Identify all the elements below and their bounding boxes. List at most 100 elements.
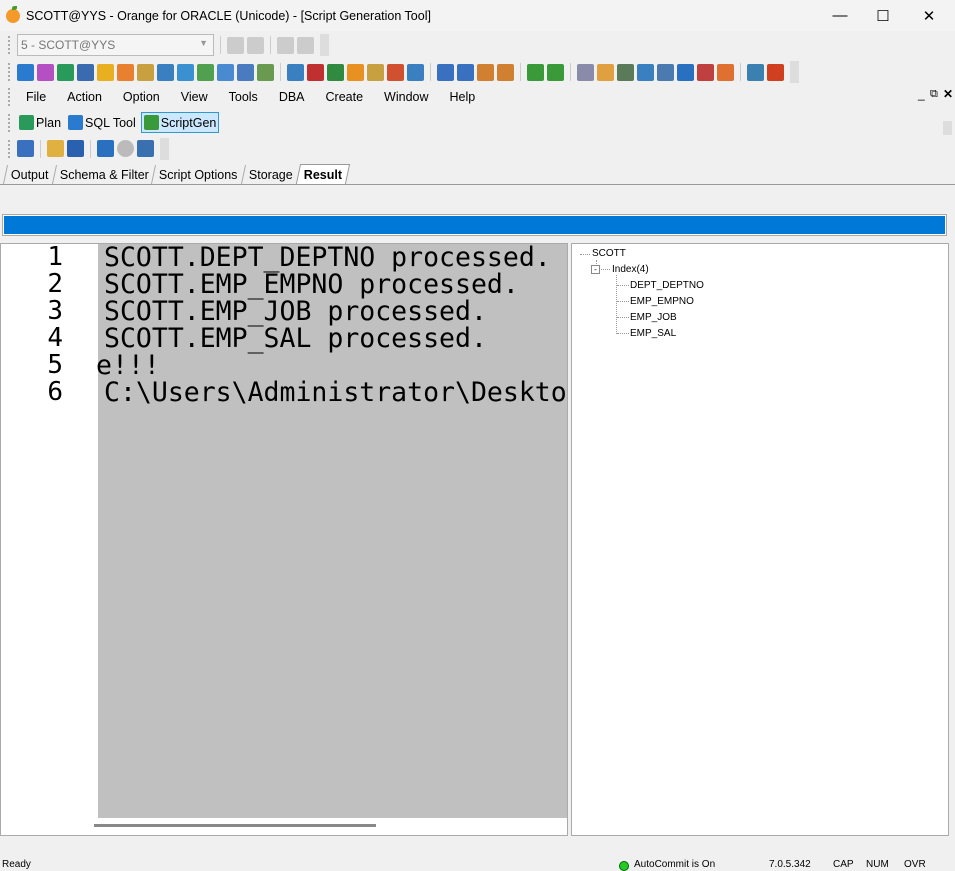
db-tool-icon[interactable] (527, 63, 544, 81)
backup-icon[interactable] (477, 63, 494, 81)
user-lock-icon[interactable] (597, 63, 614, 81)
tree-item-index[interactable]: DEPT_DEPTNO (630, 280, 704, 291)
separator (90, 139, 91, 158)
compare-icon[interactable] (197, 63, 214, 81)
menu-help[interactable]: Help (441, 90, 485, 104)
separator (520, 63, 521, 81)
tree-connector (617, 333, 629, 334)
search-icon[interactable] (157, 63, 174, 81)
storage-icon[interactable] (367, 63, 384, 81)
line-number: 6 (47, 377, 63, 407)
toolbar-grip[interactable] (8, 36, 11, 54)
menu-dba[interactable]: DBA (270, 90, 314, 104)
tab-schema-filter[interactable]: Schema & Filter (51, 165, 156, 184)
toolbar-grip[interactable] (8, 139, 11, 158)
tab-schema-filter-label: Schema & Filter (59, 168, 149, 182)
menu-option[interactable]: Option (114, 90, 169, 104)
menu-tools[interactable]: Tools (220, 90, 267, 104)
toolbar-overflow-button[interactable] (943, 121, 952, 135)
run-icon[interactable] (97, 140, 114, 157)
tree-item-index[interactable]: EMP_JOB (630, 312, 677, 323)
tree-item-index[interactable]: EMP_EMPNO (630, 296, 694, 307)
wait-icon[interactable] (387, 63, 404, 81)
tab-script-options[interactable]: Script Options (151, 165, 245, 184)
mdi-restore-button[interactable]: ⧉ (930, 88, 938, 101)
script-gen-icon[interactable] (547, 63, 564, 81)
edit-icon[interactable] (237, 63, 254, 81)
title-bar: SCOTT@YYS - Orange for ORACLE (Unicode) … (0, 0, 955, 31)
checklist-icon[interactable] (697, 63, 714, 81)
menu-window[interactable]: Window (375, 90, 437, 104)
schema-browser-icon[interactable] (117, 63, 134, 81)
chart-icon[interactable] (677, 63, 694, 81)
toolbar-overflow-button[interactable] (160, 137, 169, 160)
window-icon[interactable] (767, 63, 784, 81)
connect-icon[interactable] (227, 36, 244, 54)
export-icon[interactable] (257, 63, 274, 81)
line-number: 2 (47, 269, 63, 299)
minimize-button[interactable]: — (817, 0, 863, 31)
toolbar-overflow-button[interactable] (790, 61, 799, 83)
rollback-icon[interactable] (297, 36, 314, 54)
mdi-minimize-button[interactable]: _ (918, 87, 925, 101)
restore-icon[interactable] (497, 63, 514, 81)
editor-icon[interactable] (77, 63, 94, 81)
save-icon[interactable] (67, 140, 84, 157)
mdi-close-button[interactable]: ✕ (943, 87, 953, 101)
toolbar-grip[interactable] (8, 113, 11, 132)
bars-icon[interactable] (717, 63, 734, 81)
trace-icon[interactable] (97, 63, 114, 81)
tab-storage[interactable]: Storage (240, 165, 300, 184)
tab-output[interactable]: Output (2, 165, 56, 184)
view-icon[interactable] (747, 63, 764, 81)
tree-connector (601, 269, 610, 270)
sql-tool-icon[interactable] (17, 63, 34, 81)
log-icon[interactable] (657, 63, 674, 81)
menu-create[interactable]: Create (317, 90, 373, 104)
menu-bar: File Action Option View Tools DBA Create… (0, 86, 955, 107)
menu-view[interactable]: View (172, 90, 217, 104)
lock-icon[interactable] (347, 63, 364, 81)
close-button[interactable]: ✕ (906, 0, 952, 31)
menu-file[interactable]: File (17, 90, 55, 104)
menu-action[interactable]: Action (58, 90, 111, 104)
database-icon[interactable] (577, 63, 594, 81)
toolbar-grip[interactable] (8, 63, 11, 81)
scriptgen-button[interactable]: ScriptGen (140, 112, 220, 133)
session-icon[interactable] (307, 63, 324, 81)
connection-select[interactable]: 5 - SCOTT@YYS ▼ (17, 34, 214, 56)
table-edit-icon[interactable] (617, 63, 634, 81)
table-icon[interactable] (177, 63, 194, 81)
sql-monitor-icon[interactable] (287, 63, 304, 81)
commit-icon[interactable] (277, 36, 294, 54)
plan-button[interactable]: Plan (17, 112, 63, 133)
tree-root-scott[interactable]: SCOTT (592, 248, 626, 259)
ash-icon[interactable] (407, 63, 424, 81)
stop-icon[interactable] (117, 140, 134, 157)
export-data-icon[interactable] (437, 63, 454, 81)
tree-item-index[interactable]: EMP_SAL (630, 328, 676, 339)
tree-node-index[interactable]: Index(4) (612, 264, 649, 275)
sql-tool-button[interactable]: SQL Tool (66, 112, 138, 133)
transaction-icon[interactable] (327, 63, 344, 81)
description-icon[interactable] (217, 63, 234, 81)
import-icon[interactable] (457, 63, 474, 81)
options-icon[interactable] (137, 140, 154, 157)
open-folder-icon[interactable] (47, 140, 64, 157)
toolbar-grip[interactable] (8, 87, 11, 106)
progress-fill (4, 216, 945, 234)
toolbar-overflow-button[interactable] (320, 34, 329, 56)
status-ovr: OVR (904, 859, 926, 870)
collapse-toggle-icon[interactable]: - (591, 265, 600, 274)
result-editor[interactable]: 1 SCOTT.DEPT_DEPTNO processed. 2 SCOTT.EMP_… (0, 243, 568, 836)
disconnect-icon[interactable] (247, 36, 264, 54)
health-check-icon[interactable] (637, 63, 654, 81)
tab-result[interactable]: Result (295, 164, 351, 184)
code-line: SCOTT.EMP_JOB processed. (104, 296, 487, 327)
maximize-button[interactable]: ☐ (860, 0, 906, 31)
generate-icon[interactable] (17, 140, 34, 157)
horizontal-scrollbar[interactable] (94, 824, 376, 827)
db-info-icon[interactable] (137, 63, 154, 81)
plsql-tool-icon[interactable] (37, 63, 54, 81)
plan-tool-icon[interactable] (57, 63, 74, 81)
